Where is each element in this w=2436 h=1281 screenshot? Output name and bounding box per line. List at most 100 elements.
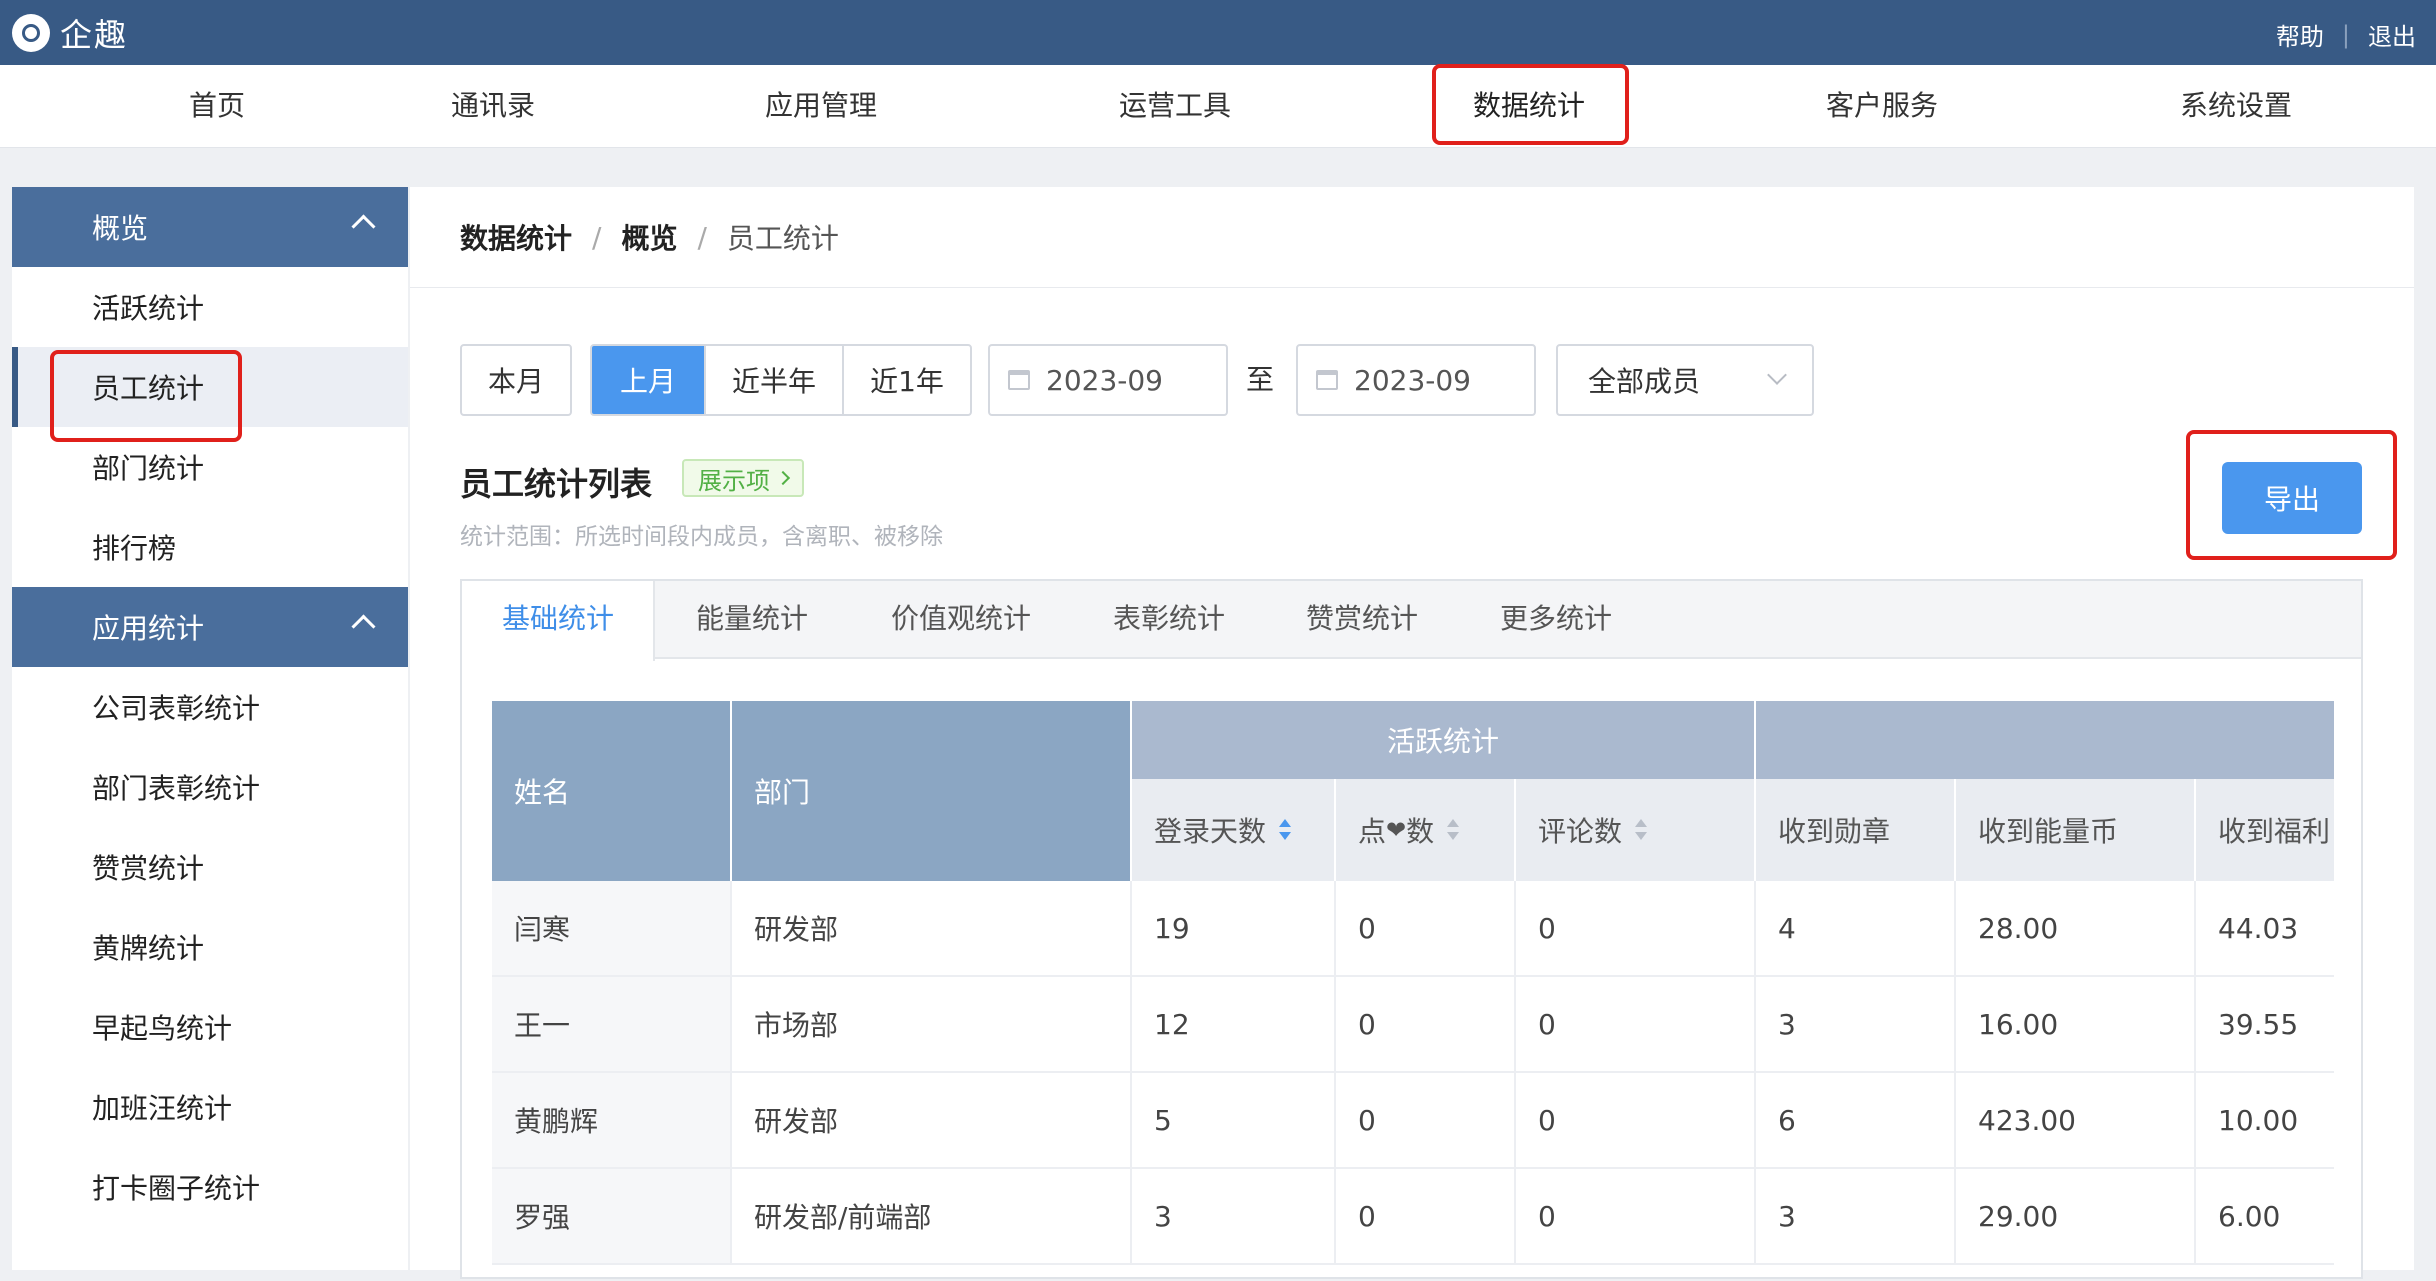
cell-name: 黄鹏辉 <box>492 1073 732 1169</box>
nav-item-system-settings[interactable]: 系统设置 <box>2180 65 2292 147</box>
cell-benefits: 44.03 <box>2196 881 2334 977</box>
logo-text: 企趣 <box>60 16 129 54</box>
chevron-right-icon <box>775 470 791 486</box>
sidebar-item-company-commendation[interactable]: 公司表彰统计 <box>12 667 408 747</box>
column-header-login-days[interactable]: 登录天数 <box>1132 779 1336 881</box>
sidebar-item-label: 部门表彰统计 <box>92 772 261 805</box>
cell-comments: 0 <box>1516 1073 1756 1169</box>
nav-item-contacts[interactable]: 通讯录 <box>451 65 535 147</box>
nav-item-customer-service[interactable]: 客户服务 <box>1826 65 1938 147</box>
breadcrumb-separator: / <box>697 220 707 254</box>
cell-comments: 0 <box>1516 1169 1756 1265</box>
sidebar-group-label: 概览 <box>92 212 149 245</box>
cell-energy-coins: 423.00 <box>1956 1073 2196 1169</box>
sidebar-item-department-commendation[interactable]: 部门表彰统计 <box>12 747 408 827</box>
sidebar-item-label: 赞赏统计 <box>92 852 205 885</box>
breadcrumb-current: 员工统计 <box>726 222 839 255</box>
cell-benefits: 39.55 <box>2196 977 2334 1073</box>
tab-commendation-stats[interactable]: 表彰统计 <box>1113 581 1225 659</box>
column-header-comments[interactable]: 评论数 <box>1516 779 1756 881</box>
highlight-box-export <box>2186 430 2397 560</box>
cell-energy-coins: 29.00 <box>1956 1169 2196 1265</box>
range-half-year[interactable]: 近半年 <box>704 346 842 414</box>
sidebar-group-overview[interactable]: 概览 <box>12 187 408 267</box>
breadcrumb-item[interactable]: 数据统计 <box>460 217 572 257</box>
sidebar-group-label: 应用统计 <box>92 612 205 645</box>
sidebar-item-appreciation[interactable]: 赞赏统计 <box>12 827 408 907</box>
cell-likes: 0 <box>1336 977 1516 1073</box>
column-header-label: 数 <box>1406 815 1435 848</box>
cell-comments: 0 <box>1516 881 1756 977</box>
sidebar-group-app-stats[interactable]: 应用统计 <box>12 587 408 667</box>
sidebar-item-leaderboard[interactable]: 排行榜 <box>12 507 408 587</box>
sidebar-item-label: 早起鸟统计 <box>92 1012 233 1045</box>
cell-department: 市场部 <box>732 977 1132 1073</box>
tab-appreciation-stats[interactable]: 赞赏统计 <box>1306 581 1418 659</box>
stats-panel: 基础统计 能量统计 价值观统计 表彰统计 赞赏统计 更多统计 姓名 部门 活跃统… <box>460 579 2363 1279</box>
chevron-down-icon <box>1767 365 1787 385</box>
breadcrumb: 数据统计 / 概览 / 员工统计 <box>460 217 839 257</box>
sidebar-item-label: 黄牌统计 <box>92 932 205 965</box>
heart-icon: ❤ <box>1386 816 1407 844</box>
tab-basic-stats[interactable]: 基础统计 <box>502 581 614 659</box>
sidebar-item-label: 活跃统计 <box>92 292 205 325</box>
column-group-active-stats: 活跃统计 <box>1132 701 1756 779</box>
sort-icon[interactable] <box>1446 819 1460 841</box>
column-header-label: 登录天数 <box>1154 815 1267 848</box>
highlight-box-sidebar <box>50 350 242 442</box>
tab-values-stats[interactable]: 价值观统计 <box>891 581 1031 659</box>
range-one-year[interactable]: 近1年 <box>842 346 970 414</box>
cell-energy-coins: 16.00 <box>1956 977 2196 1073</box>
tab-more-stats[interactable]: 更多统计 <box>1500 581 1612 659</box>
this-month-button[interactable]: 本月 <box>460 344 572 416</box>
top-bar: 企趣 帮助 | 退出 <box>0 0 2436 65</box>
divider <box>410 287 2414 288</box>
sidebar-item-active-stats[interactable]: 活跃统计 <box>12 267 408 347</box>
nav-item-home[interactable]: 首页 <box>189 65 245 147</box>
scope-note: 统计范围：所选时间段内成员，含离职、被移除 <box>460 524 943 550</box>
sidebar-item-overtime[interactable]: 加班汪统计 <box>12 1067 408 1147</box>
column-header-medals: 收到勋章 <box>1756 779 1956 881</box>
tab-energy-stats[interactable]: 能量统计 <box>696 581 808 659</box>
display-items-tag[interactable]: 展示项 <box>682 459 804 497</box>
app-logo[interactable]: 企趣 <box>12 14 128 54</box>
sort-icon[interactable] <box>1278 819 1292 841</box>
column-group-second <box>1756 701 2334 779</box>
cell-name: 闫寒 <box>492 881 732 977</box>
cell-benefits: 6.00 <box>2196 1169 2334 1265</box>
cell-likes: 0 <box>1336 1169 1516 1265</box>
cell-department: 研发部 <box>732 881 1132 977</box>
cell-medals: 6 <box>1756 1073 1956 1169</box>
top-links: 帮助 | 退出 <box>2276 17 2416 52</box>
sidebar-item-yellow-card[interactable]: 黄牌统计 <box>12 907 408 987</box>
cell-medals: 3 <box>1756 1169 1956 1265</box>
column-header-department: 部门 <box>732 701 1132 881</box>
end-date-field[interactable]: 2023-09 <box>1296 344 1536 416</box>
logout-link[interactable]: 退出 <box>2368 17 2416 52</box>
sort-icon[interactable] <box>1634 819 1648 841</box>
nav-item-operation-tools[interactable]: 运营工具 <box>1119 65 1231 147</box>
nav-item-app-management[interactable]: 应用管理 <box>765 65 877 147</box>
sidebar-item-label: 打卡圈子统计 <box>92 1172 261 1205</box>
member-select[interactable]: 全部成员 <box>1556 344 1814 416</box>
content-card: 数据统计 / 概览 / 员工统计 本月 上月 近半年 近1年 2023-09 至… <box>410 187 2414 1279</box>
stats-table: 姓名 部门 活跃统计 登录天数 点 ❤ 数 评论数 收到勋章 收到能量币 收到福利 … <box>492 701 2334 1281</box>
cell-department: 研发部 <box>732 1073 1132 1169</box>
sidebar-item-early-bird[interactable]: 早起鸟统计 <box>12 987 408 1067</box>
cell-login-days: 5 <box>1132 1073 1336 1169</box>
range-last-month[interactable]: 上月 <box>592 346 704 414</box>
sidebar-item-label: 加班汪统计 <box>92 1092 233 1125</box>
sidebar-item-label: 排行榜 <box>92 532 177 565</box>
help-link[interactable]: 帮助 <box>2276 17 2324 52</box>
highlight-box-nav <box>1432 64 1629 145</box>
sidebar-item-checkin-circle[interactable]: 打卡圈子统计 <box>12 1147 408 1227</box>
column-header-likes[interactable]: 点 ❤ 数 <box>1336 779 1516 881</box>
cell-likes: 0 <box>1336 1073 1516 1169</box>
column-header-label: 点 <box>1358 815 1387 848</box>
date-range-to-label: 至 <box>1246 363 1275 396</box>
sidebar-item-label: 公司表彰统计 <box>92 692 261 725</box>
start-date-field[interactable]: 2023-09 <box>988 344 1228 416</box>
breadcrumb-item[interactable]: 概览 <box>621 217 677 257</box>
end-date-value: 2023-09 <box>1354 363 1471 397</box>
cell-energy-coins: 28.00 <box>1956 881 2196 977</box>
